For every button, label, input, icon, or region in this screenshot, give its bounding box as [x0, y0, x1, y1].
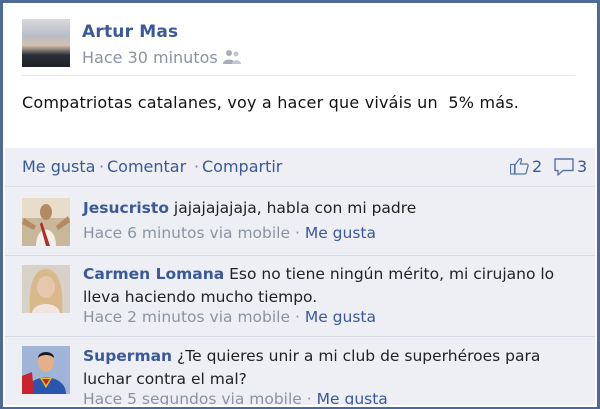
author-name[interactable]: Artur Mas	[82, 22, 178, 42]
like-link[interactable]: Me gusta	[22, 157, 95, 176]
commenter-name[interactable]: Jesucristo	[83, 199, 169, 217]
post-timestamp[interactable]: Hace 30 minutos	[82, 48, 218, 67]
comment-like-link[interactable]: Me gusta	[317, 390, 388, 405]
comment-timestamp[interactable]: Hace 5 segundos via mobile	[83, 390, 302, 405]
friends-icon[interactable]	[223, 49, 241, 65]
comment-timestamp[interactable]: Hace 2 minutos via mobile	[83, 308, 290, 326]
comment-text: jajajajajaja, habla con mi padre	[173, 199, 417, 217]
post-actions-bar: Me gusta · Comentar · Compartir 2 3	[5, 148, 595, 187]
post-divider	[22, 75, 575, 76]
comment-item: Jesucristo jajajajajaja, habla con mi pa…	[5, 187, 595, 256]
action-separator: ·	[194, 157, 200, 176]
commenter-name[interactable]: Superman	[83, 347, 172, 365]
post: Artur Mas Hace 30 minutos Compatriotas c…	[5, 5, 595, 148]
comment-icon[interactable]	[554, 158, 574, 176]
comment-body: Jesucristo jajajajajaja, habla con mi pa…	[83, 197, 573, 220]
comment-like-link[interactable]: Me gusta	[305, 224, 376, 242]
commenter-name[interactable]: Carmen Lomana	[83, 265, 224, 283]
comment-meta: Hace 5 segundos via mobile · Me gusta	[83, 390, 388, 407]
comment-body: Superman ¿Te quieres unir a mi club de s…	[83, 345, 573, 391]
facebook-post-card: Artur Mas Hace 30 minutos Compatriotas c…	[3, 3, 597, 407]
commenter-avatar-carmen-lomana[interactable]	[22, 265, 70, 313]
comment-meta: Hace 6 minutos via mobile · Me gusta	[83, 224, 376, 242]
author-avatar[interactable]	[22, 19, 70, 67]
thumbs-up-icon[interactable]	[510, 157, 529, 175]
comment-count[interactable]: 3	[577, 157, 587, 176]
meta-separator: ·	[306, 390, 312, 407]
comment-like-link[interactable]: Me gusta	[305, 308, 376, 326]
meta-separator: ·	[294, 224, 300, 242]
comment-timestamp[interactable]: Hace 6 minutos via mobile	[83, 224, 290, 242]
like-count[interactable]: 2	[532, 157, 542, 176]
post-text: Compatriotas catalanes, voy a hacer que …	[22, 93, 520, 112]
commenter-avatar-jesucristo[interactable]	[22, 198, 70, 246]
share-link[interactable]: Compartir	[202, 157, 282, 176]
comment-link[interactable]: Comentar	[107, 157, 186, 176]
action-separator: ·	[99, 157, 105, 176]
comment-meta: Hace 2 minutos via mobile · Me gusta	[83, 308, 376, 326]
commenter-avatar-superman[interactable]	[22, 346, 70, 394]
comment-body: Carmen Lomana Eso no tiene ningún mérito…	[83, 263, 573, 309]
comment-item: Carmen Lomana Eso no tiene ningún mérito…	[5, 256, 595, 337]
comment-item: Superman ¿Te quieres unir a mi club de s…	[5, 337, 595, 407]
meta-separator: ·	[294, 308, 300, 326]
